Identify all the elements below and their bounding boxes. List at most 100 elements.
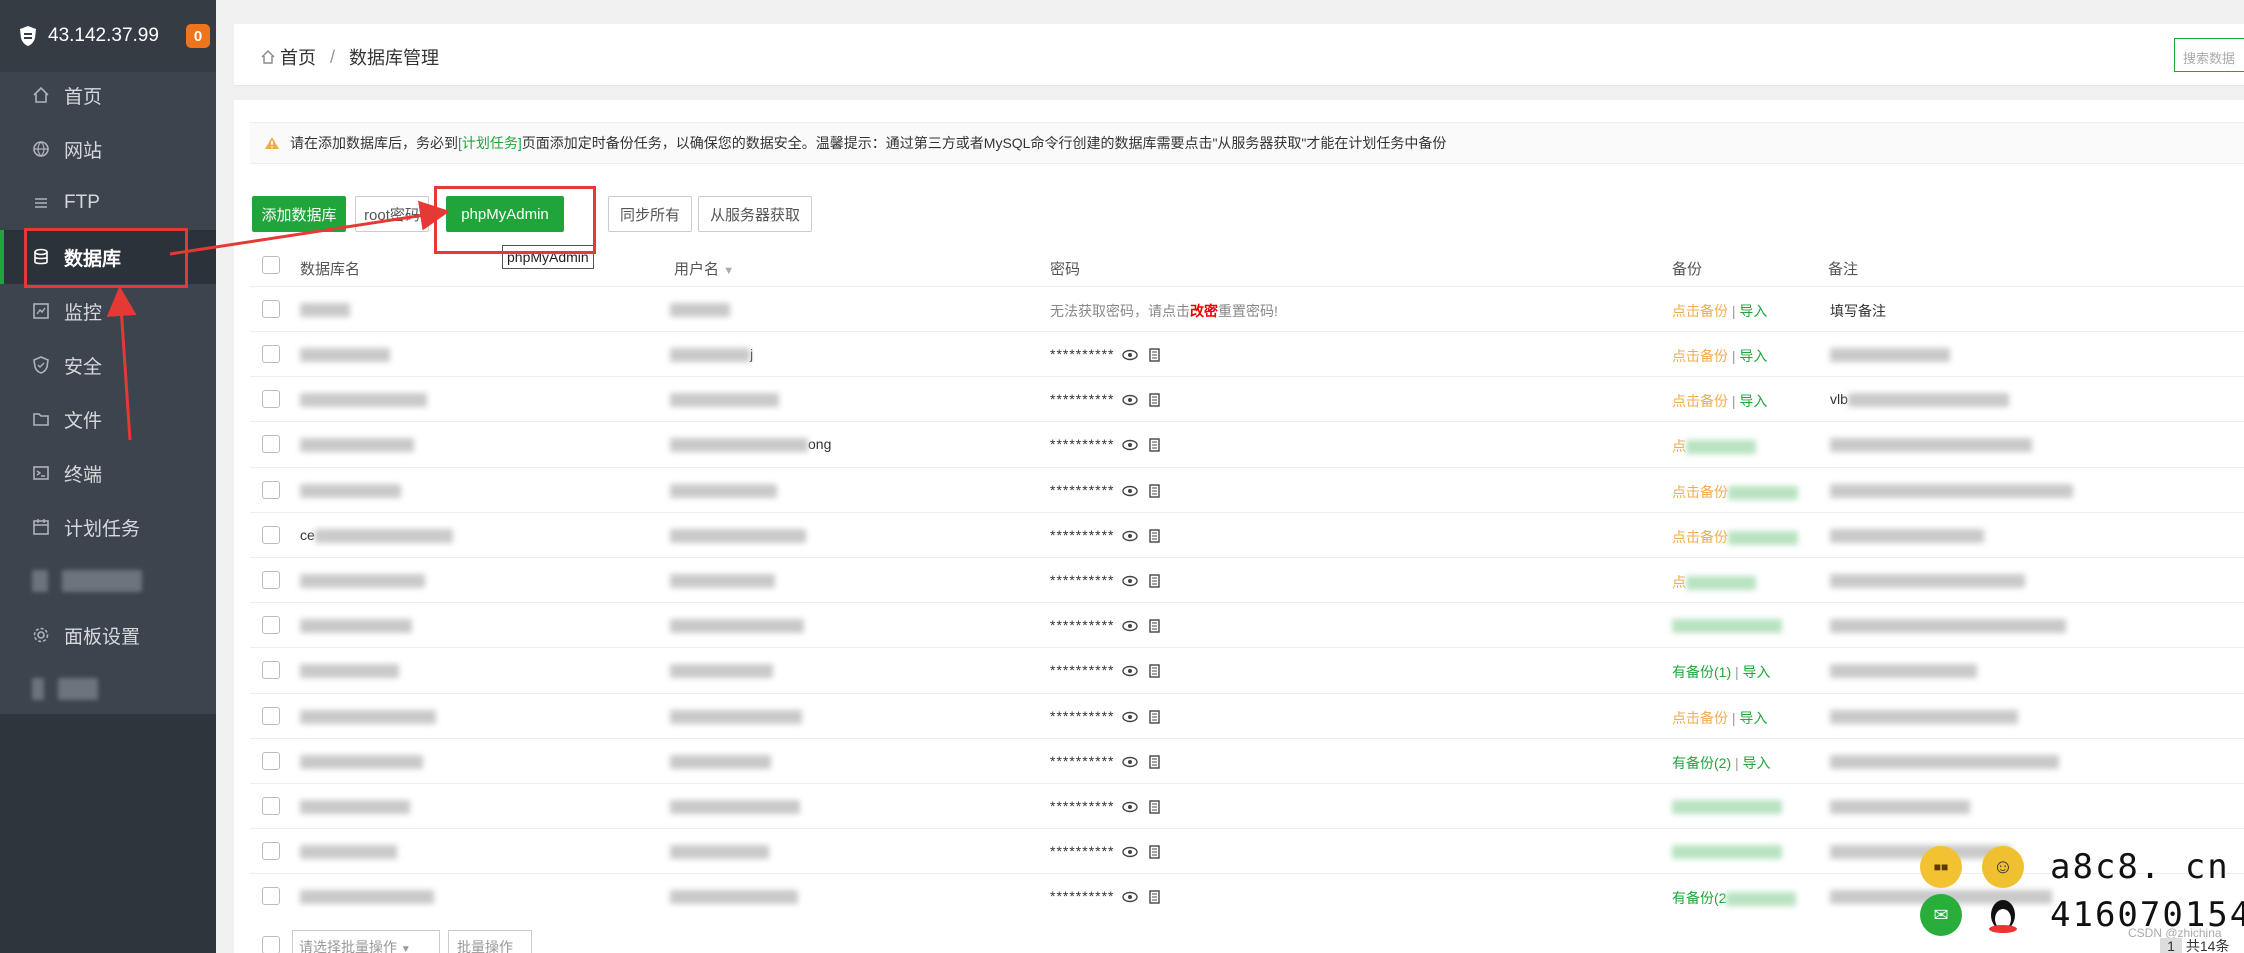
- fetch-from-server-button[interactable]: 从服务器获取: [698, 196, 812, 232]
- copy-icon[interactable]: [1146, 348, 1162, 362]
- eye-icon[interactable]: [1122, 393, 1139, 407]
- import-link[interactable]: 导入: [1743, 755, 1771, 771]
- backup-link[interactable]: 有备份(2: [1672, 890, 1726, 906]
- eye-icon[interactable]: [1122, 845, 1139, 859]
- copy-icon[interactable]: [1146, 574, 1162, 588]
- header-name[interactable]: 数据库名: [300, 258, 360, 279]
- row-checkbox[interactable]: [262, 707, 280, 725]
- db-name-redacted[interactable]: [300, 484, 401, 499]
- row-checkbox[interactable]: [262, 752, 280, 770]
- note-redacted[interactable]: [1830, 755, 2059, 770]
- copy-icon[interactable]: [1146, 890, 1162, 904]
- batch-action-button[interactable]: 批量操作: [448, 930, 532, 953]
- row-checkbox[interactable]: [262, 481, 280, 499]
- sidebar-item-files[interactable]: 文件: [0, 392, 216, 446]
- backup-link[interactable]: 点击备份: [1672, 393, 1728, 409]
- db-name-redacted[interactable]: [300, 664, 399, 679]
- copy-icon[interactable]: [1146, 800, 1162, 814]
- tip-cron-link[interactable]: [计划任务]: [458, 133, 522, 153]
- sidebar-item-security[interactable]: 安全: [0, 338, 216, 392]
- backup-link[interactable]: 点击备份: [1672, 484, 1728, 500]
- note-redacted[interactable]: [1830, 710, 2018, 725]
- copy-icon[interactable]: [1146, 755, 1162, 769]
- row-checkbox[interactable]: [262, 661, 280, 679]
- db-name-redacted[interactable]: [300, 393, 427, 408]
- import-link[interactable]: 导入: [1739, 348, 1767, 364]
- db-name-redacted[interactable]: [300, 755, 423, 770]
- backup-link[interactable]: 点: [1672, 574, 1686, 590]
- db-name-redacted[interactable]: [300, 800, 410, 815]
- eye-icon[interactable]: [1122, 664, 1139, 678]
- page-number[interactable]: 1: [2160, 938, 2182, 953]
- backup-link[interactable]: 点: [1672, 438, 1686, 454]
- footer-checkbox[interactable]: [262, 936, 280, 953]
- eye-icon[interactable]: [1122, 800, 1139, 814]
- sidebar-item-monitor[interactable]: 监控: [0, 284, 216, 338]
- row-checkbox[interactable]: [262, 300, 280, 318]
- db-name-redacted[interactable]: [300, 710, 436, 725]
- note-redacted[interactable]: [1830, 348, 1950, 363]
- import-link[interactable]: 导入: [1739, 393, 1767, 409]
- row-checkbox[interactable]: [262, 571, 280, 589]
- sidebar-item-website[interactable]: 网站: [0, 122, 216, 176]
- db-name-redacted[interactable]: [300, 574, 425, 589]
- backup-link[interactable]: 点击备份: [1672, 710, 1728, 726]
- eye-icon[interactable]: [1122, 710, 1139, 724]
- sidebar-item-database[interactable]: 数据库: [0, 230, 216, 284]
- db-name-redacted[interactable]: [300, 438, 414, 453]
- change-password-link[interactable]: 改密: [1190, 303, 1218, 319]
- row-checkbox[interactable]: [262, 345, 280, 363]
- header-user[interactable]: 用户名 ▼: [674, 258, 734, 279]
- note-redacted[interactable]: [1830, 484, 2073, 499]
- backup-link[interactable]: 点击备份: [1672, 529, 1728, 545]
- phpmyadmin-button[interactable]: phpMyAdmin: [446, 196, 564, 232]
- note-redacted[interactable]: [1830, 438, 2032, 453]
- note-redacted[interactable]: [1830, 574, 2025, 589]
- eye-icon[interactable]: [1122, 484, 1139, 498]
- backup-link[interactable]: 有备份(1): [1672, 664, 1731, 680]
- eye-icon[interactable]: [1122, 529, 1139, 543]
- root-password-button[interactable]: root密码: [355, 196, 429, 232]
- copy-icon[interactable]: [1146, 664, 1162, 678]
- copy-icon[interactable]: [1146, 438, 1162, 452]
- db-name-redacted[interactable]: [300, 348, 390, 363]
- db-name-redacted[interactable]: [314, 529, 453, 544]
- row-checkbox[interactable]: [262, 526, 280, 544]
- select-all-checkbox[interactable]: [262, 256, 280, 274]
- row-checkbox[interactable]: [262, 390, 280, 408]
- db-name-redacted[interactable]: [300, 845, 397, 860]
- breadcrumb-home[interactable]: 首页: [280, 44, 316, 70]
- eye-icon[interactable]: [1122, 348, 1139, 362]
- eye-icon[interactable]: [1122, 574, 1139, 588]
- note-redacted[interactable]: [1830, 529, 1984, 544]
- note-redacted[interactable]: [1830, 619, 2066, 634]
- sidebar-item-redacted[interactable]: [0, 554, 216, 608]
- backup-link[interactable]: 点击备份: [1672, 303, 1728, 319]
- sidebar-item-ftp[interactable]: FTP: [0, 176, 216, 230]
- sync-all-button[interactable]: 同步所有: [608, 196, 692, 232]
- note-redacted[interactable]: [1847, 393, 2009, 408]
- note-redacted[interactable]: [1830, 664, 1977, 679]
- eye-icon[interactable]: [1122, 755, 1139, 769]
- row-checkbox[interactable]: [262, 887, 280, 905]
- row-checkbox[interactable]: [262, 842, 280, 860]
- sidebar-item-home[interactable]: 首页: [0, 68, 216, 122]
- note-redacted[interactable]: [1830, 800, 1970, 815]
- sidebar-item-settings[interactable]: 面板设置: [0, 608, 216, 662]
- add-database-button[interactable]: 添加数据库: [252, 196, 346, 232]
- eye-icon[interactable]: [1122, 438, 1139, 452]
- backup-link[interactable]: 点击备份: [1672, 348, 1728, 364]
- import-link[interactable]: 导入: [1743, 664, 1771, 680]
- batch-action-select[interactable]: 请选择批量操作 ▼: [292, 930, 440, 953]
- import-link[interactable]: 导入: [1739, 303, 1767, 319]
- db-name-redacted[interactable]: [300, 890, 434, 905]
- notification-badge[interactable]: 0: [186, 24, 210, 48]
- row-checkbox[interactable]: [262, 616, 280, 634]
- eye-icon[interactable]: [1122, 619, 1139, 633]
- row-checkbox[interactable]: [262, 435, 280, 453]
- copy-icon[interactable]: [1146, 393, 1162, 407]
- copy-icon[interactable]: [1146, 619, 1162, 633]
- import-link[interactable]: 导入: [1739, 710, 1767, 726]
- sidebar-item-terminal[interactable]: 终端: [0, 446, 216, 500]
- copy-icon[interactable]: [1146, 484, 1162, 498]
